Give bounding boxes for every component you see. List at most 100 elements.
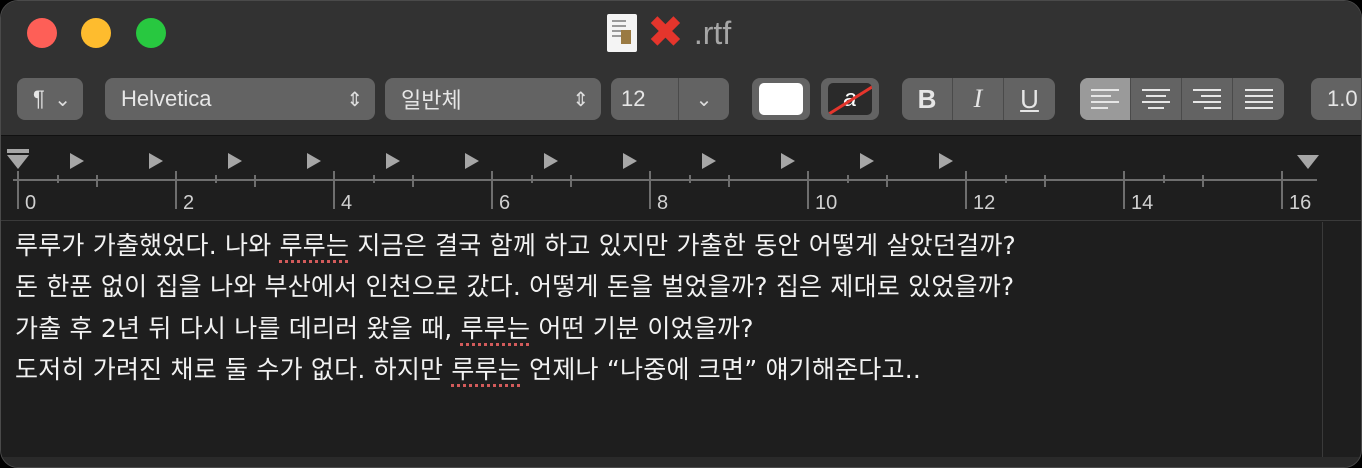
ruler-label: 10 — [815, 192, 838, 214]
ruler-tick — [333, 171, 335, 209]
align-left-button[interactable] — [1080, 78, 1131, 120]
ruler-tick — [530, 175, 533, 183]
font-family-popup[interactable]: Helvetica ⇕ — [105, 78, 375, 120]
ruler-tick — [570, 175, 572, 187]
tab-stop-marker[interactable] — [386, 153, 400, 169]
ruler-tick — [372, 175, 375, 183]
ruler-tick — [56, 175, 59, 183]
align-left-icon — [1091, 89, 1119, 109]
text-segment: 지금은 결국 함께 하고 있지만 가출한 동안 어떻게 살았던걸까? — [349, 231, 1016, 260]
ruler-tick — [96, 175, 98, 187]
text-segment: 가출 후 2년 뒤 다시 나를 데리러 왔을 때, — [15, 314, 461, 343]
ruler-tick — [1123, 171, 1125, 209]
document-line-2: 돈 한푼 없이 집을 나와 부산에서 인천으로 갔다. 어떻게 돈을 벌었을까?… — [15, 267, 1014, 303]
text-segment: 돈 한푼 없이 집을 나와 부산에서 인천으로 갔다. 어떻게 돈을 벌었을까?… — [15, 272, 1015, 301]
tab-stop-marker[interactable] — [781, 153, 795, 169]
text-segment: 루루가 가출했었다. 나와 — [15, 231, 280, 260]
background-color-letter: a — [843, 85, 857, 112]
font-style-popup[interactable]: 일반체 ⇕ — [385, 78, 601, 120]
line-spacing-popup[interactable]: 1.0 — [1311, 78, 1361, 120]
misspelled-word[interactable]: 루루는 — [461, 314, 531, 343]
text-style-segments: B I U — [902, 78, 1055, 120]
tab-stop-marker[interactable] — [228, 153, 242, 169]
ruler-tick — [688, 175, 691, 183]
window-title-text: .rtf — [693, 14, 732, 51]
ruler-tick — [807, 171, 809, 209]
ruler-label: 14 — [1131, 192, 1154, 214]
left-indent-marker[interactable] — [7, 155, 29, 169]
right-indent-marker[interactable] — [1297, 155, 1319, 169]
document-text-area[interactable]: 루루가 가출했었다. 나와 루루는 지금은 결국 함께 하고 있지만 가출한 동… — [1, 222, 1323, 458]
ruler-tick — [846, 175, 849, 183]
tab-stop-marker[interactable] — [149, 153, 163, 169]
ruler-baseline — [13, 179, 1317, 181]
ruler-tick — [965, 171, 967, 209]
text-color-well[interactable] — [752, 78, 810, 120]
up-down-chevron-icon: ⇕ — [346, 88, 363, 111]
ruler-tick — [214, 175, 217, 183]
tab-stop-marker[interactable] — [465, 153, 479, 169]
text-segment: 어떤 기분 이었을까? — [530, 314, 754, 343]
window-title: ✖ .rtf — [607, 11, 731, 55]
close-button[interactable] — [27, 18, 57, 48]
ruler[interactable]: 0 2 4 6 8 10 12 14 16 — [1, 137, 1361, 221]
font-size-field[interactable]: 12 — [611, 78, 679, 120]
ruler-tick — [175, 171, 177, 209]
minimize-button[interactable] — [81, 18, 111, 48]
ruler-tick — [412, 175, 414, 187]
tab-stop-marker[interactable] — [702, 153, 716, 169]
document-line-4: 도저히 가려진 채로 둘 수가 없다. 하지만 루루는 언제나 “나중에 크면”… — [15, 350, 921, 386]
underline-button[interactable]: U — [1004, 78, 1055, 120]
misspelled-word[interactable]: 루루는 — [280, 231, 350, 260]
ruler-tick — [1044, 175, 1046, 187]
misspelled-word[interactable]: 루루는 — [451, 355, 521, 384]
text-segment: 도저히 가려진 채로 둘 수가 없다. 하지만 — [15, 355, 452, 384]
ruler-tick — [1202, 175, 1204, 187]
text-color-swatch — [759, 83, 803, 115]
zoom-button[interactable] — [136, 18, 166, 48]
ruler-tick — [728, 175, 730, 187]
ruler-label: 8 — [657, 192, 669, 214]
ruler-label: 0 — [25, 192, 37, 214]
bold-button[interactable]: B — [902, 78, 953, 120]
chevron-down-icon[interactable]: ⌄ — [679, 87, 729, 112]
tab-stop-marker[interactable] — [544, 153, 558, 169]
background-color-well[interactable]: a — [821, 78, 879, 120]
first-line-indent-marker[interactable] — [7, 149, 29, 153]
justify-icon — [1244, 89, 1273, 109]
ruler-label: 2 — [183, 192, 195, 214]
chevron-down-icon: ⌄ — [54, 88, 71, 111]
ruler-tick — [1162, 175, 1165, 183]
up-down-chevron-icon: ⇕ — [572, 88, 589, 111]
italic-button[interactable]: I — [953, 78, 1004, 120]
font-family-label: Helvetica — [121, 86, 212, 111]
ruler-tick — [1281, 171, 1283, 209]
font-size-combo[interactable]: 12 ⌄ — [611, 78, 729, 120]
font-style-label: 일반체 — [401, 88, 462, 113]
ruler-tick — [17, 171, 19, 209]
x-mark-icon: ✖ — [647, 8, 684, 57]
ruler-label: 12 — [973, 192, 996, 214]
window-bottom-edge — [1, 457, 1361, 467]
paragraph-icon: ¶ — [33, 86, 45, 111]
ruler-label: 4 — [341, 192, 353, 214]
justify-button[interactable] — [1233, 78, 1284, 120]
ruler-label: 16 — [1289, 192, 1312, 214]
tab-stop-marker[interactable] — [860, 153, 874, 169]
align-right-icon — [1193, 89, 1221, 109]
ruler-tick — [1004, 175, 1007, 183]
document-icon — [607, 14, 637, 52]
tab-stop-marker[interactable] — [623, 153, 637, 169]
alignment-segments — [1080, 78, 1284, 120]
ruler-tick — [254, 175, 256, 187]
tab-stop-marker[interactable] — [70, 153, 84, 169]
window-toolbar: ✖ .rtf ¶ ⌄ Helvetica ⇕ 일반체 ⇕ 12 ⌄ a B I … — [1, 1, 1361, 136]
tab-stop-marker[interactable] — [307, 153, 321, 169]
textedit-window: ✖ .rtf ¶ ⌄ Helvetica ⇕ 일반체 ⇕ 12 ⌄ a B I … — [0, 0, 1362, 468]
tab-stop-marker[interactable] — [939, 153, 953, 169]
ruler-tick — [649, 171, 651, 209]
paragraph-style-popup[interactable]: ¶ ⌄ — [17, 78, 83, 120]
align-center-button[interactable] — [1131, 78, 1182, 120]
align-right-button[interactable] — [1182, 78, 1233, 120]
no-background-color-icon: a — [828, 83, 872, 115]
